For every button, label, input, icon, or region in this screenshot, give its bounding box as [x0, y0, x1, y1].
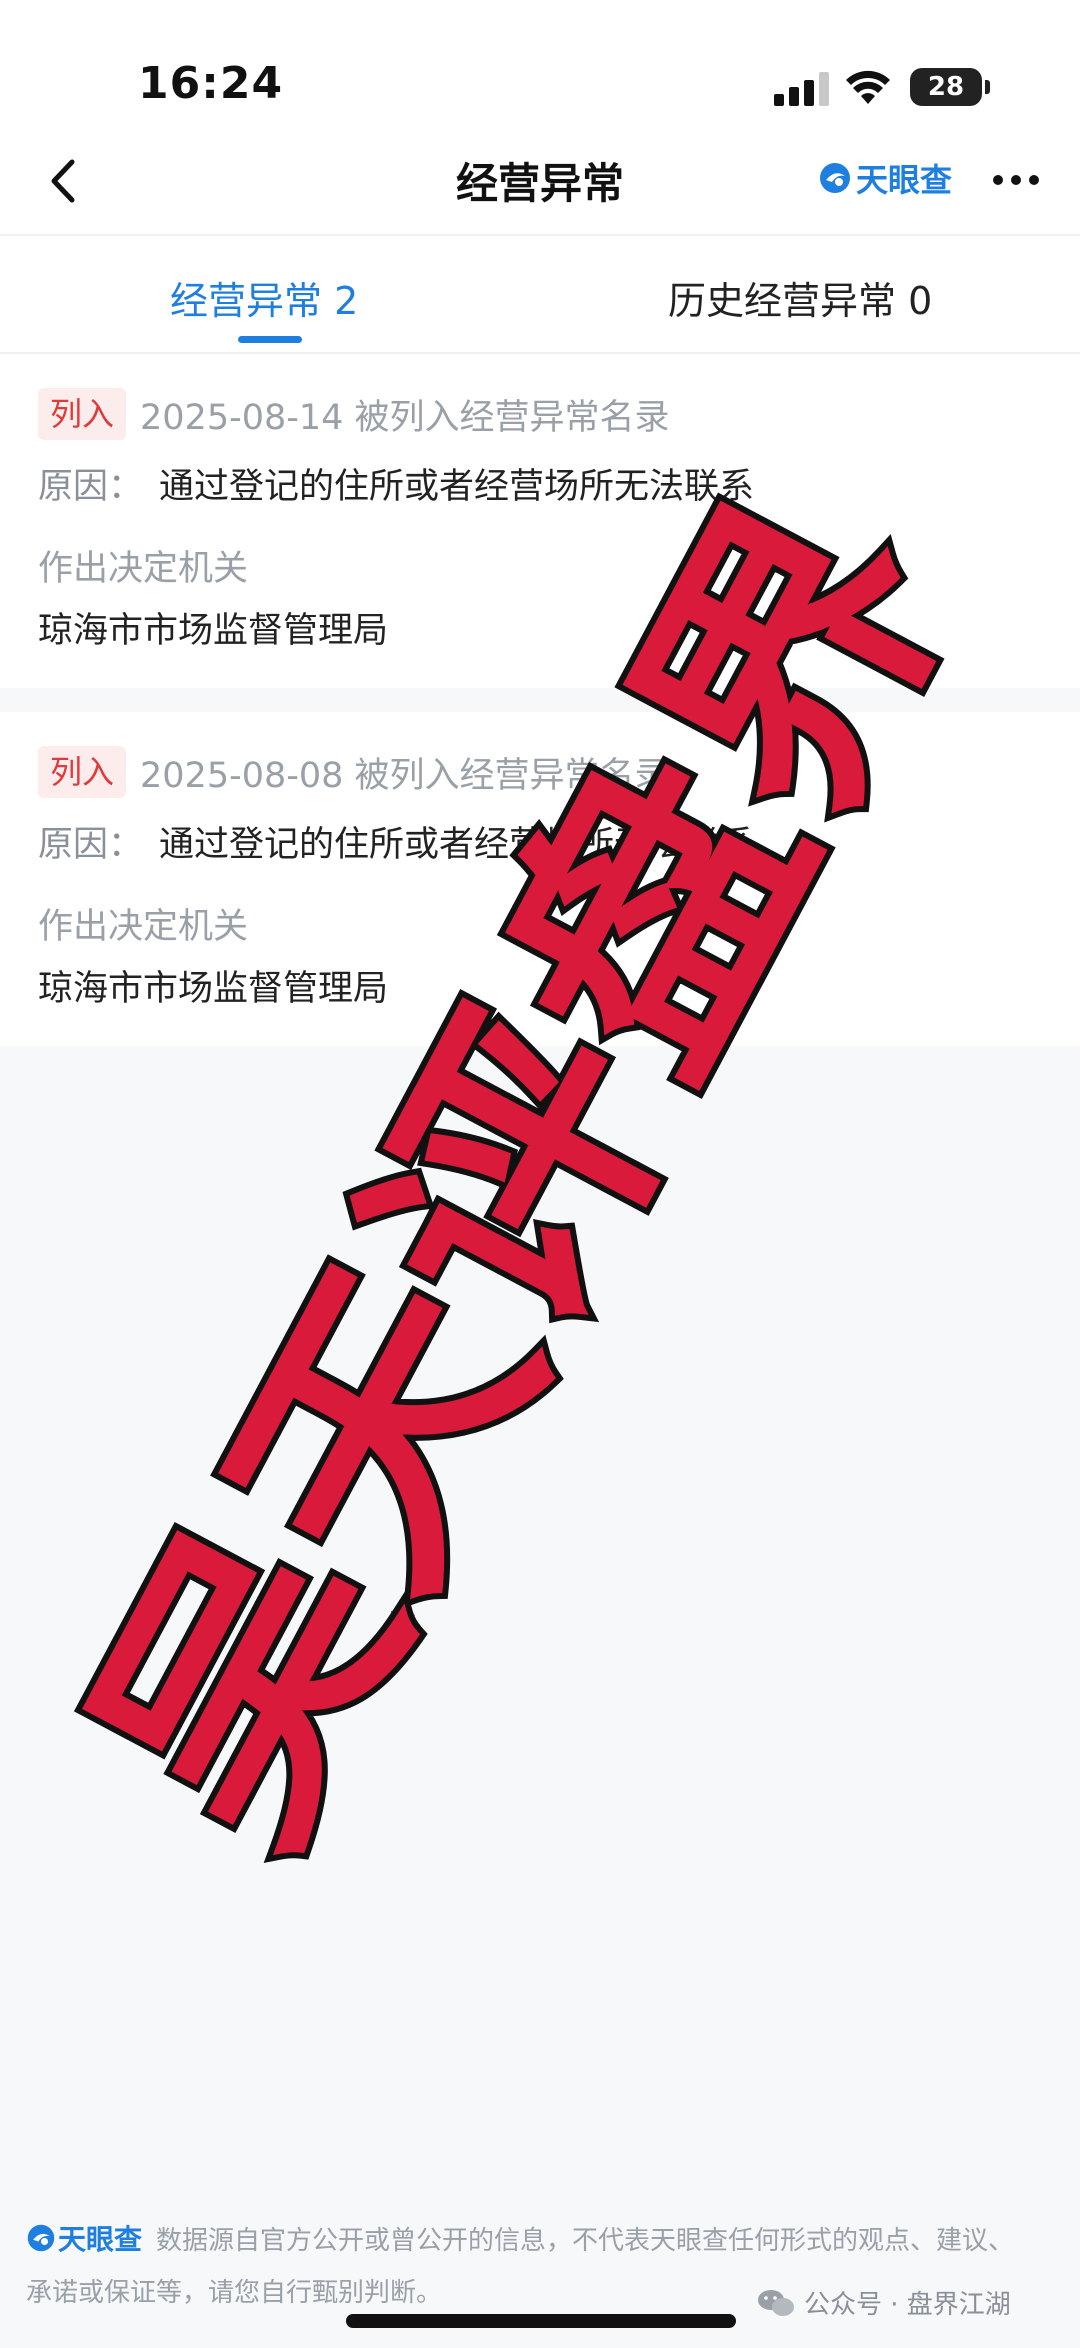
tab-abnormal-current[interactable]: 经营异常 2	[170, 270, 358, 325]
battery-tip	[985, 80, 990, 94]
tianyancha-logo-icon	[820, 163, 850, 193]
nav-bar: 经营异常 天眼查	[0, 130, 1080, 236]
brand-logo: 天眼查	[818, 156, 952, 200]
status-bar: 16:24 28	[0, 0, 1080, 130]
battery-icon: 28	[910, 68, 982, 106]
status-time: 16:24	[138, 58, 284, 109]
authority-value: 琼海市市场监督管理局	[38, 969, 389, 1009]
authority-value: 琼海市市场监督管理局	[38, 611, 389, 651]
more-icon[interactable]	[990, 166, 1042, 194]
reason-label: 原因：	[38, 467, 144, 507]
record-date-text: 2025-08-14 被列入经营异常名录	[140, 397, 670, 438]
record-header: 列入 2025-08-14 被列入经营异常名录	[38, 388, 670, 440]
wechat-source: 公众号 · 盘界江湖	[756, 2284, 1011, 2321]
record-date-text: 2025-08-08 被列入经营异常名录	[140, 755, 670, 796]
record-reason: 原因： 通过登记的住所或者经营场所无法联系	[38, 458, 754, 509]
record-reason: 原因： 通过登记的住所或者经营场所无法联系	[38, 816, 754, 867]
disclaimer-text: 数据源自官方公开或曾公开的信息，不代表天眼查任何形式的观点、建议、	[156, 2225, 1015, 2256]
authority-label: 作出决定机关	[38, 549, 249, 589]
active-tab-indicator	[238, 336, 302, 343]
record-card[interactable]: 列入 2025-08-14 被列入经营异常名录 原因： 通过登记的住所或者经营场所…	[0, 354, 1080, 688]
authority-label: 作出决定机关	[38, 907, 249, 947]
record-card[interactable]: 列入 2025-08-08 被列入经营异常名录 原因： 通过登记的住所或者经营场所…	[0, 712, 1080, 1046]
footer-brand: 天眼查	[58, 2223, 143, 2256]
tab-bar: 经营异常 2 历史经营异常 0	[0, 236, 1080, 354]
tab-abnormal-history[interactable]: 历史经营异常 0	[668, 270, 932, 325]
home-indicator[interactable]	[346, 2314, 736, 2328]
wechat-icon	[758, 2289, 794, 2316]
tianyancha-logo-icon	[27, 2224, 55, 2252]
reason-text: 通过登记的住所或者经营场所无法联系	[159, 467, 755, 507]
reason-label: 原因：	[38, 825, 144, 865]
status-badge: 列入	[38, 388, 127, 440]
reason-text: 通过登记的住所或者经营场所无法联系	[159, 825, 755, 865]
wifi-icon	[846, 70, 890, 104]
brand-name: 天眼查	[856, 161, 953, 199]
footer-line: 天眼查 数据源自官方公开或曾公开的信息，不代表天眼查任何形式的观点、建议、	[26, 2218, 1056, 2258]
wechat-source-text: 公众号 · 盘界江湖	[804, 2290, 1011, 2320]
signal-icon	[774, 72, 829, 106]
status-badge: 列入	[38, 746, 127, 798]
record-header: 列入 2025-08-08 被列入经营异常名录	[38, 746, 670, 798]
